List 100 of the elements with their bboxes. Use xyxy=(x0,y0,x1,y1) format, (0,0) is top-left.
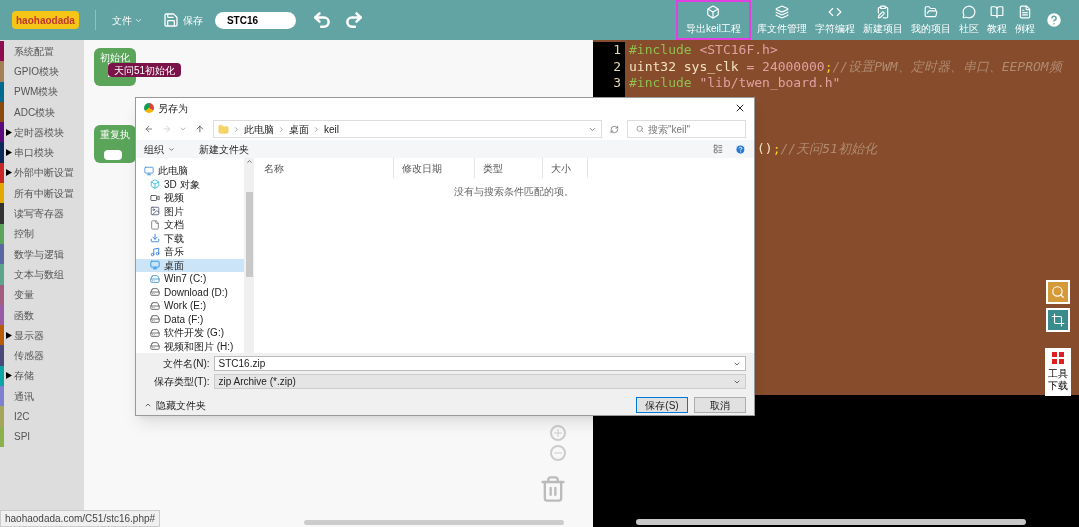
drive-icon xyxy=(150,273,160,284)
nav-tree-item[interactable]: Data (F:) xyxy=(136,312,244,326)
crop-tool-button[interactable] xyxy=(1046,308,1070,332)
line-number: 2 xyxy=(613,58,621,74)
nav-tree-item[interactable]: 音乐 xyxy=(136,245,244,259)
save-icon xyxy=(162,12,179,28)
folder-icon xyxy=(217,123,229,135)
nav-tree-item[interactable]: 图片 xyxy=(136,204,244,218)
category-item[interactable]: 外部中断设置 xyxy=(0,162,84,184)
category-item[interactable]: 所有中断设置 xyxy=(0,183,84,204)
view-icon[interactable] xyxy=(713,144,723,154)
status-url: haohaodada.com/C51/stc16.php# xyxy=(0,510,161,527)
address-bar[interactable]: 此电脑 桌面 keil xyxy=(212,120,603,138)
logo[interactable]: haohaodada xyxy=(12,11,79,29)
code-line: ();//天问51初始化 xyxy=(757,141,877,156)
column-header[interactable]: 名称 xyxy=(254,158,394,178)
zoom-in-icon[interactable] xyxy=(550,425,566,441)
category-item[interactable]: SPI xyxy=(0,426,84,447)
new-folder-button[interactable]: 新建文件夹 xyxy=(199,141,249,157)
up-icon[interactable] xyxy=(195,124,205,134)
nav-tree-item[interactable]: 文档 xyxy=(136,218,244,232)
scrollbar[interactable] xyxy=(244,158,254,353)
nav-tree-item[interactable]: 3D 对象 xyxy=(136,177,244,191)
category-item[interactable]: I2C xyxy=(0,406,84,427)
recent-locations-icon[interactable] xyxy=(179,125,188,133)
category-item[interactable]: GPIO模块 xyxy=(0,61,84,82)
grid-logo-icon xyxy=(1052,352,1064,364)
category-item[interactable]: 串口模块 xyxy=(0,142,84,163)
drive-icon xyxy=(150,300,160,311)
trash-icon[interactable] xyxy=(539,475,567,503)
search-field[interactable]: 搜索"keil" xyxy=(626,120,746,138)
category-item[interactable]: 函数 xyxy=(0,304,84,326)
code-line: #include <STC16F.h> xyxy=(629,42,778,57)
nav-tree-item[interactable]: 此电脑 xyxy=(136,164,244,178)
category-item[interactable]: 通讯 xyxy=(0,386,84,407)
video-icon xyxy=(150,192,160,203)
organize-menu[interactable]: 组织 xyxy=(144,141,175,157)
separator-icon xyxy=(312,125,320,133)
code-block[interactable]: 天问51初始化 xyxy=(108,63,182,77)
close-icon[interactable] xyxy=(734,102,746,114)
back-icon[interactable] xyxy=(144,124,154,134)
category-item[interactable]: 显示器 xyxy=(0,325,84,346)
crop-icon xyxy=(1051,313,1065,327)
hide-folders-toggle[interactable]: 隐藏文件夹 xyxy=(144,397,206,413)
tool-download-button[interactable]: 工具下载 xyxy=(1045,348,1071,396)
code-line: #include "lib/twen_board.h" xyxy=(629,75,841,90)
category-item[interactable]: 文本与数组 xyxy=(0,264,84,285)
filename-field[interactable]: STC16.zip xyxy=(213,356,746,371)
path-segment[interactable]: keil xyxy=(323,121,339,137)
monitor-icon xyxy=(144,165,154,176)
nav-tree-item[interactable]: 下载 xyxy=(136,231,244,245)
field-label: 文件名(N): xyxy=(161,357,211,371)
dialog-button[interactable]: 取消 xyxy=(694,397,746,413)
category-item[interactable]: 数学与逻辑 xyxy=(0,243,84,265)
zoom-out-icon[interactable] xyxy=(550,445,566,461)
search-icon xyxy=(1051,285,1065,299)
nav-tree-item[interactable]: 桌面 xyxy=(136,258,244,272)
category-item[interactable]: 读写寄存器 xyxy=(0,203,84,224)
nav-tree-item[interactable]: 视频 xyxy=(136,191,244,205)
refresh-icon[interactable] xyxy=(610,124,619,134)
search-tool-button[interactable] xyxy=(1046,280,1070,304)
category-item[interactable]: 存储 xyxy=(0,365,84,387)
dialog-title: 另存为 xyxy=(158,101,188,116)
caret-icon xyxy=(168,145,175,153)
column-header[interactable]: 修改日期 xyxy=(394,158,475,178)
expand-triangle-icon xyxy=(6,372,12,380)
nav-tree-item[interactable]: 软件开发 (G:) xyxy=(136,326,244,340)
empty-message: 没有与搜索条件匹配的项。 xyxy=(454,185,575,199)
filetype-dropdown[interactable]: zip Archive (*.zip) xyxy=(213,374,746,389)
category-item[interactable]: 系统配置 xyxy=(0,41,84,62)
category-item[interactable]: 定时器模块 xyxy=(0,122,84,143)
image-icon xyxy=(150,206,160,217)
nav-tree-item[interactable]: Win7 (C:) xyxy=(136,272,244,286)
category-item[interactable]: 变量 xyxy=(0,284,84,305)
category-item[interactable]: 传感器 xyxy=(0,345,84,366)
category-item[interactable]: PWM模块 xyxy=(0,81,84,102)
column-header[interactable]: 大小 xyxy=(543,158,588,178)
nav-tree-item[interactable]: 视频和图片 (H:) xyxy=(136,339,244,353)
project-name-field[interactable]: STC16 xyxy=(214,11,296,29)
field-label: 保存类型(T): xyxy=(153,375,211,389)
help-icon[interactable] xyxy=(1045,11,1063,29)
path-segment[interactable]: 此电脑 xyxy=(243,121,274,137)
code-line: uint32 sys_clk = 24000000;//设置PWM、定时器、串口、EEPROM频 xyxy=(629,58,1062,74)
nav-tree-item[interactable]: Download (D:) xyxy=(136,285,244,299)
nav-tree-item[interactable]: Work (E:) xyxy=(136,299,244,313)
chat-bubble-icon xyxy=(962,4,976,19)
scroll-up-icon[interactable] xyxy=(245,158,253,165)
drive-icon xyxy=(150,314,160,325)
column-header[interactable]: 类型 xyxy=(475,158,543,178)
redo-icon[interactable] xyxy=(343,10,364,30)
clipboard-icon xyxy=(876,4,890,19)
path-segment[interactable]: 桌面 xyxy=(288,121,309,137)
layers-icon xyxy=(775,4,789,19)
undo-icon[interactable] xyxy=(311,10,332,30)
dialog-button[interactable]: 保存(S) xyxy=(636,397,688,413)
music-note-icon xyxy=(150,246,160,257)
expand-triangle-icon xyxy=(6,169,12,177)
drive-icon xyxy=(150,327,160,338)
category-item[interactable]: 控制 xyxy=(0,223,84,244)
category-item[interactable]: ADC模块 xyxy=(0,101,84,123)
